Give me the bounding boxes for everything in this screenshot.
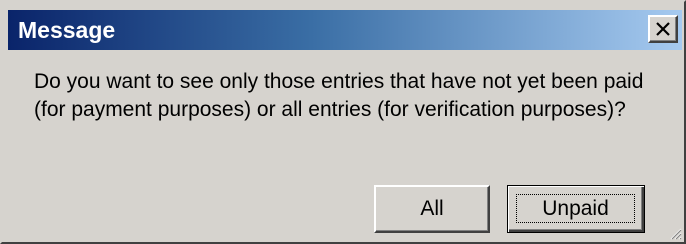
all-button[interactable]: All (374, 185, 490, 233)
unpaid-button[interactable]: Unpaid (507, 185, 645, 233)
dialog-title: Message (18, 17, 116, 43)
focus-ring: Unpaid (516, 194, 635, 223)
message-dialog: Message Do you want to see only those en… (0, 0, 686, 244)
close-button[interactable] (648, 15, 678, 43)
unpaid-button-label: Unpaid (542, 196, 609, 220)
close-x-icon (656, 22, 670, 36)
all-button-label: All (420, 197, 444, 220)
message-text: Do you want to see only those entries th… (34, 70, 644, 121)
resize-grip-icon[interactable] (668, 226, 682, 240)
title-bar[interactable]: Message (8, 10, 682, 50)
